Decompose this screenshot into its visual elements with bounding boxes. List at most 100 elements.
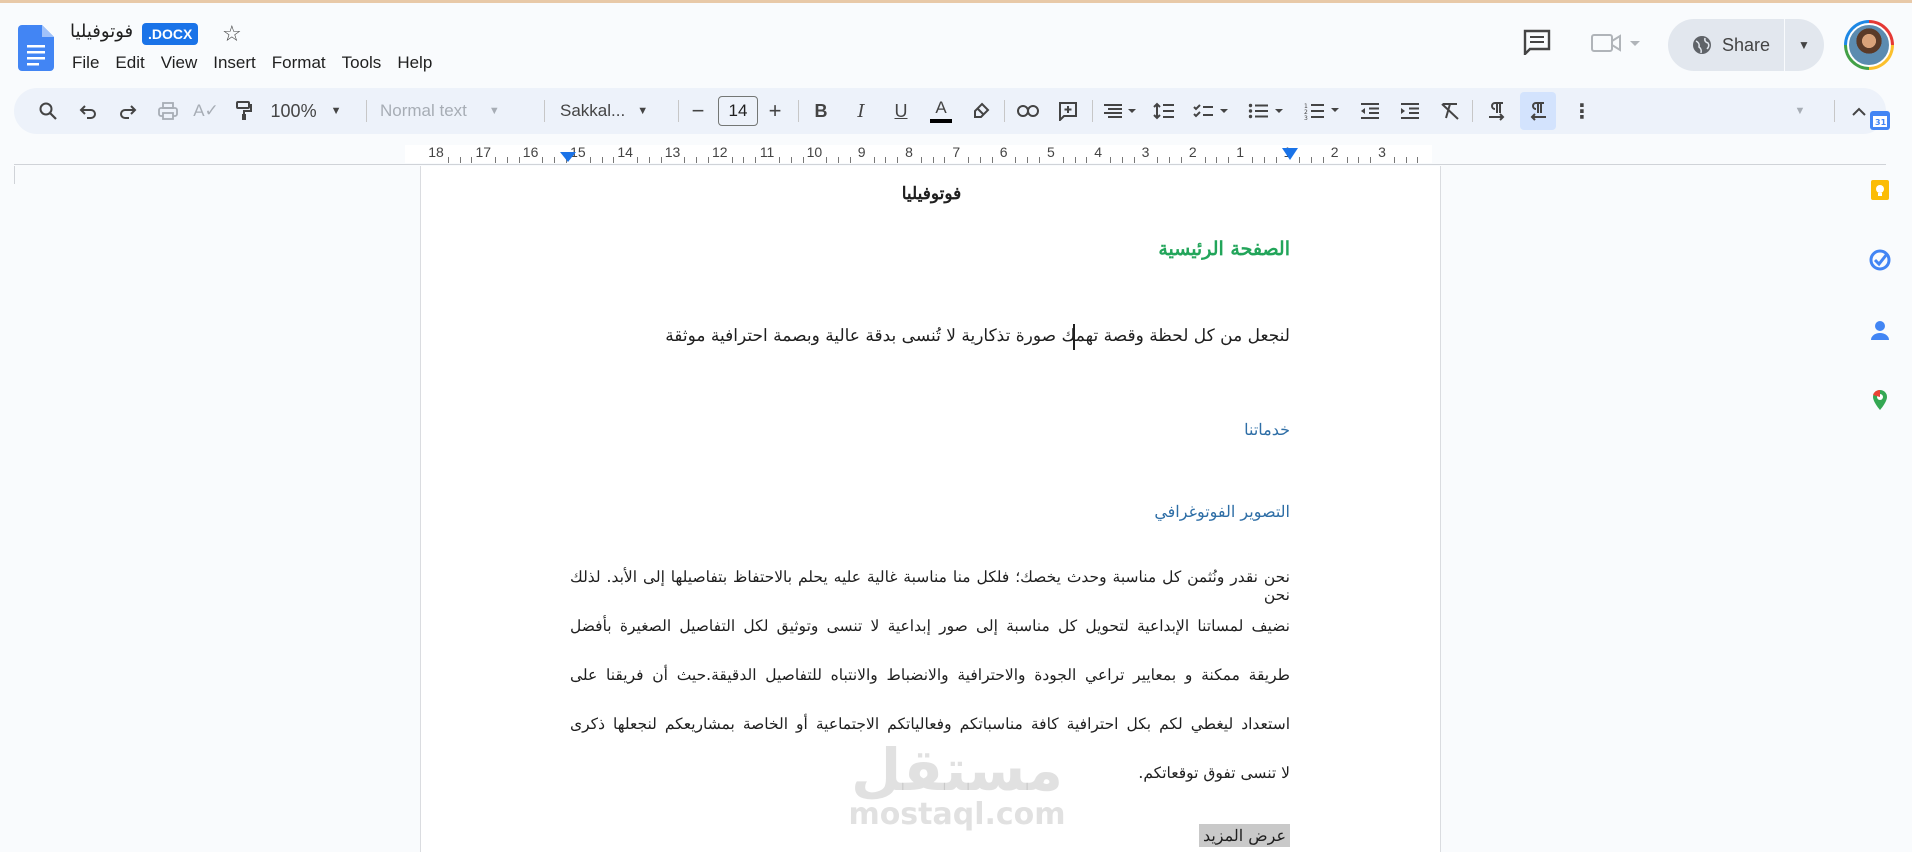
left-indent-marker[interactable]: [560, 152, 576, 162]
ruler-number: 13: [664, 144, 681, 160]
share-button: Share ▼: [1668, 19, 1824, 71]
comment-history-icon[interactable]: [1522, 29, 1552, 55]
decrease-indent-icon[interactable]: [1354, 88, 1386, 134]
text-color-button[interactable]: A: [926, 88, 956, 134]
docx-badge: .DOCX: [142, 23, 199, 45]
ruler-tick: [790, 157, 792, 163]
undo-icon[interactable]: [72, 88, 104, 134]
zoom-value: 100%: [270, 100, 317, 121]
ruler-tick: [873, 157, 875, 163]
title-bar: فوتوفيليا .DOCX ☆ File Edit View Insert …: [0, 3, 1912, 85]
share-main-button[interactable]: Share: [1668, 19, 1784, 71]
star-icon[interactable]: ☆: [222, 23, 242, 45]
bulleted-list-icon[interactable]: [1240, 88, 1292, 134]
menu-edit[interactable]: Edit: [107, 49, 152, 77]
print-icon[interactable]: [152, 88, 184, 134]
heading-photography: التصوير الفوتوغرافي: [1154, 502, 1290, 521]
ruler-number: 8: [905, 144, 913, 160]
menu-insert[interactable]: Insert: [205, 49, 264, 77]
font-family-select[interactable]: Sakkal... ▼: [560, 88, 670, 134]
ruler-tick: [637, 157, 639, 163]
menu-help[interactable]: Help: [389, 49, 440, 77]
search-menus-icon[interactable]: [32, 88, 64, 134]
globe-icon: [1693, 36, 1711, 54]
maps-icon[interactable]: [1868, 388, 1892, 412]
ruler-tick: [1121, 157, 1123, 163]
more-options-icon[interactable]: ⋮: [1570, 88, 1594, 134]
avatar[interactable]: [1844, 20, 1894, 70]
add-comment-icon[interactable]: [1052, 88, 1084, 134]
ruler-tick: [826, 157, 828, 163]
highlight-color-icon[interactable]: [966, 88, 996, 134]
numbered-list-icon[interactable]: 123: [1296, 88, 1348, 134]
ruler-tick: [743, 157, 745, 163]
toolbar: A✓ 100% ▼ Normal text ▼ Sakkal... ▼ − 14 + …: [14, 88, 1886, 134]
zoom-select[interactable]: 100% ▼: [266, 88, 346, 134]
tasks-icon[interactable]: [1868, 248, 1892, 272]
checklist-icon[interactable]: [1186, 88, 1236, 134]
tagline-paragraph: لنجعل من كل لحظة وقصة تهمك صورة تذكارية …: [665, 326, 1290, 346]
italic-button[interactable]: I: [846, 88, 876, 134]
redo-icon[interactable]: [112, 88, 144, 134]
style-caret-icon: ▼: [488, 105, 500, 117]
rtl-direction-icon[interactable]: [1520, 92, 1556, 130]
spellcheck-icon[interactable]: A✓: [190, 88, 222, 134]
toolbar-separator: [1472, 100, 1473, 122]
ruler-number: 4: [1094, 144, 1103, 160]
ruler-number: 7: [952, 144, 961, 160]
clear-formatting-icon[interactable]: [1434, 88, 1466, 134]
meet-icon[interactable]: [1590, 33, 1644, 53]
ruler-number: 2: [1188, 144, 1197, 160]
paint-format-icon[interactable]: [228, 88, 260, 134]
ruler-tick: [542, 157, 544, 163]
share-label: Share: [1722, 34, 1771, 55]
document-canvas: فوتوفيليا الصفحة الرئيسية لنجعل من كل لح…: [0, 166, 1912, 852]
ruler-tick: [1110, 157, 1112, 163]
underline-button[interactable]: U: [886, 88, 916, 134]
ruler-tick: [1216, 157, 1218, 163]
ruler-tick: [1311, 157, 1313, 163]
keep-icon[interactable]: [1868, 178, 1892, 202]
ruler-tick: [1393, 157, 1395, 163]
decrease-font-size-icon[interactable]: −: [684, 88, 712, 134]
share-dropdown-icon[interactable]: ▼: [1785, 38, 1823, 52]
menu-file[interactable]: File: [64, 49, 107, 77]
menu-tools[interactable]: Tools: [334, 49, 390, 77]
right-indent-marker[interactable]: [1282, 148, 1298, 160]
increase-indent-icon[interactable]: [1394, 88, 1426, 134]
ruler-number: 17: [475, 144, 492, 160]
ruler-tick: [589, 157, 591, 163]
insert-link-icon[interactable]: [1012, 88, 1044, 134]
ruler-number: 16: [522, 144, 539, 160]
heading-services: خدماتنا: [1244, 420, 1290, 439]
ruler-tick: [696, 157, 698, 163]
document-title[interactable]: فوتوفيليا: [70, 21, 133, 42]
mode-dropdown-icon[interactable]: ▼: [1790, 88, 1810, 134]
document-page[interactable]: فوتوفيليا الصفحة الرئيسية لنجعل من كل لح…: [420, 166, 1441, 852]
toolbar-separator: [366, 100, 367, 122]
toolbar-separator: [1092, 100, 1093, 122]
align-icon[interactable]: [1096, 88, 1144, 134]
line-spacing-icon[interactable]: [1148, 88, 1180, 134]
paragraph-style-value: Normal text: [380, 101, 467, 120]
ruler-tick: [1074, 157, 1076, 163]
toolbar-separator: [678, 100, 679, 122]
ruler-tick: [1157, 157, 1159, 163]
page-header-title: فوتوفيليا: [901, 184, 962, 204]
increase-font-size-icon[interactable]: +: [760, 88, 790, 134]
menu-format[interactable]: Format: [264, 49, 334, 77]
bold-button[interactable]: B: [806, 88, 836, 134]
ruler-tick: [684, 157, 686, 163]
docs-logo-icon[interactable]: [18, 25, 54, 71]
ruler-tick: [447, 157, 449, 163]
paragraph-style-select[interactable]: Normal text ▼: [380, 88, 530, 134]
menu-view[interactable]: View: [153, 49, 206, 77]
calendar-icon[interactable]: 31: [1868, 108, 1892, 132]
font-size-input[interactable]: 14: [718, 96, 758, 126]
ltr-direction-icon[interactable]: [1480, 88, 1514, 134]
ruler-number: 2: [1330, 144, 1339, 160]
text-cursor: [1073, 324, 1075, 350]
contacts-icon[interactable]: [1868, 318, 1892, 342]
ruler-tick: [1015, 157, 1017, 163]
ruler-tick: [979, 157, 981, 163]
